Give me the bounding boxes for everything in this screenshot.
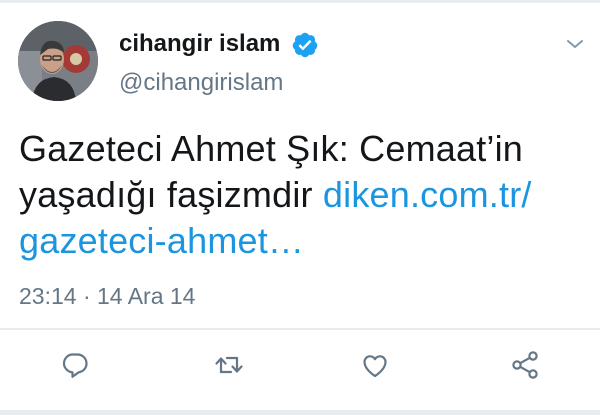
share-button[interactable]	[510, 350, 540, 380]
tweet-card[interactable]: cihangir islam @cihangirislam Gazeteci A…	[0, 0, 600, 415]
like-button[interactable]	[360, 350, 390, 380]
heart-icon	[363, 355, 387, 378]
author-name[interactable]: cihangir islam	[119, 30, 280, 58]
tweet-text: Gazeteci Ahmet Şık: Cemaat’in yaşadığı f…	[19, 126, 589, 264]
avatar[interactable]	[18, 21, 98, 101]
share-icon	[512, 351, 538, 379]
actions-divider	[0, 328, 600, 330]
retweet-icon	[215, 356, 243, 374]
verified-badge-icon	[292, 32, 318, 58]
reply-icon	[62, 353, 88, 378]
chevron-down-icon[interactable]	[566, 38, 584, 50]
avatar-image	[18, 21, 98, 101]
retweet-button[interactable]	[214, 350, 244, 380]
author-handle[interactable]: @cihangirislam	[119, 69, 283, 97]
reply-button[interactable]	[60, 350, 90, 380]
tweet-timestamp[interactable]: 23:14 · 14 Ara 14	[19, 283, 195, 310]
bottom-separator	[0, 410, 600, 415]
